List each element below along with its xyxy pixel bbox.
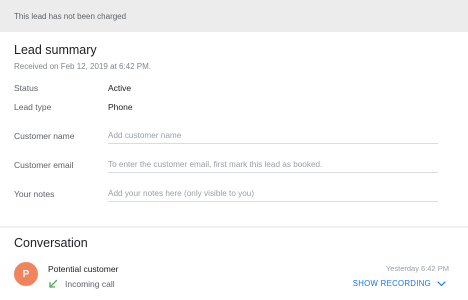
customer-name-label: Customer name [14, 131, 75, 141]
charge-status-banner: This lead has not been charged [0, 0, 468, 32]
caller-name: Potential customer [48, 264, 119, 274]
customer-name-field[interactable] [108, 127, 438, 144]
lead-type-value: Phone [108, 102, 133, 112]
conversation-card: Conversation P Potential customer Yester… [0, 228, 468, 300]
incoming-call-arrow-icon [49, 279, 58, 288]
notes-label: Your notes [14, 189, 55, 199]
lead-summary-title: Lead summary [14, 43, 97, 57]
customer-email-label: Customer email [14, 160, 74, 170]
lead-type-label: Lead type [14, 102, 52, 112]
show-recording-label: SHOW RECORDING [352, 279, 431, 288]
call-timestamp: Yesterday 6:42 PM [385, 264, 449, 273]
status-value: Active [108, 83, 132, 93]
avatar: P [14, 262, 38, 286]
lead-summary-card: Lead summary Received on Feb 12, 2019 at… [0, 32, 468, 226]
call-type-label: Incoming call [65, 279, 115, 289]
conversation-title: Conversation [14, 236, 88, 250]
customer-email-field[interactable] [108, 156, 438, 173]
chevron-down-icon [437, 280, 446, 286]
received-timestamp: Received on Feb 12, 2019 at 6:42 PM. [14, 62, 151, 71]
charge-status-text: This lead has not been charged [14, 12, 127, 21]
notes-field[interactable] [108, 185, 438, 202]
status-label: Status [14, 83, 39, 93]
show-recording-button[interactable]: SHOW RECORDING [353, 279, 446, 288]
